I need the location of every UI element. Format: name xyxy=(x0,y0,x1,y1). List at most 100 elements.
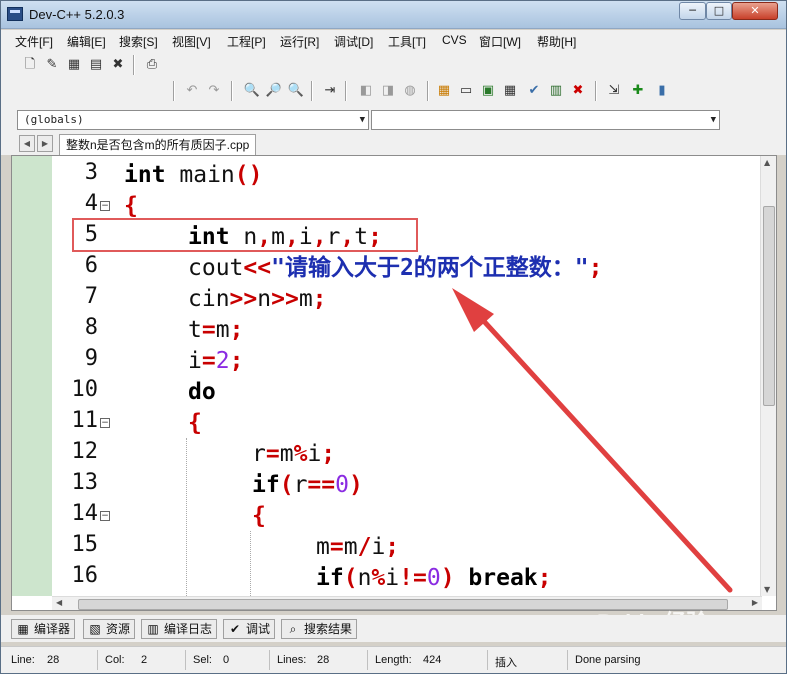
tab-debug[interactable]: ✔ 调试 xyxy=(223,619,276,639)
tab-label: 编译日志 xyxy=(164,622,213,636)
tab-search-results[interactable]: ⌕ 搜索结果 xyxy=(281,619,358,639)
rebuild-icon[interactable]: ▦ xyxy=(501,82,519,100)
undo-icon[interactable]: ↶ xyxy=(183,82,201,100)
code-line-9: i=2; xyxy=(188,346,243,376)
scroll-up-icon[interactable]: ▲ xyxy=(764,158,770,167)
tab-scroll-right-icon[interactable]: ▶ xyxy=(37,135,53,152)
devcpp-window: Dev-C++ 5.2.0.3 ─ □ ✕ 文件[F] 编辑[E] 搜索[S] … xyxy=(0,0,787,674)
replace-icon[interactable]: 🔍 xyxy=(287,82,305,100)
find-next-icon[interactable]: 🔎 xyxy=(265,82,283,100)
toolbar-area: 🗋 ✎ ▦ ▤ ✖ ⎙ ↶ ↷ 🔍 🔎 🔍 ⇥ ◧ ◨ ◍ ▦ ▭ ▣ ▦ ✔ … xyxy=(1,52,786,106)
code-token: ; xyxy=(229,317,244,343)
menu-tools[interactable]: 工具[T] xyxy=(388,33,426,50)
close-file-icon[interactable]: ✖ xyxy=(109,56,127,74)
code-token: cout xyxy=(188,255,244,281)
toolbar-separator xyxy=(133,55,135,75)
tab-resources[interactable]: ▧ 资源 xyxy=(83,619,136,639)
code-token: = xyxy=(329,534,344,560)
minimize-button[interactable]: ─ xyxy=(679,2,706,20)
tab-compile-log[interactable]: ▥ 编译日志 xyxy=(141,619,218,639)
check-syntax-icon[interactable]: ✔ xyxy=(525,82,543,100)
toolbar-separator xyxy=(427,81,429,101)
redo-icon[interactable]: ↷ xyxy=(205,82,223,100)
menu-view[interactable]: 视图[V] xyxy=(172,33,211,50)
status-lines-label: Lines: xyxy=(277,654,307,666)
arrow-shaft xyxy=(467,303,733,593)
highlight-box xyxy=(72,218,418,252)
tab-label: 调试 xyxy=(246,622,271,636)
run-icon[interactable]: ▭ xyxy=(457,82,475,100)
project-options-icon[interactable]: ▮ xyxy=(653,82,671,100)
code-token: m xyxy=(279,441,294,467)
unindent-icon[interactable]: ◨ xyxy=(379,82,397,100)
vertical-scroll-thumb[interactable] xyxy=(763,206,775,406)
code-token: { xyxy=(124,193,138,219)
class-scope-select[interactable]: (globals) ▼ xyxy=(17,110,369,130)
compile-run-icon[interactable]: ▣ xyxy=(479,82,497,100)
code-line-6: cout<<"请输入大于2的两个正整数："; xyxy=(188,253,603,283)
code-token: int xyxy=(124,162,166,188)
menu-file[interactable]: 文件[F] xyxy=(15,33,53,50)
indent-icon[interactable]: ◧ xyxy=(357,82,375,100)
line-number: 15 xyxy=(71,532,99,557)
toolbar-separator xyxy=(231,81,233,101)
print-icon[interactable]: ⎙ xyxy=(143,56,161,74)
scroll-down-icon[interactable]: ▼ xyxy=(764,585,770,594)
fold-collapse-icon[interactable]: − xyxy=(100,201,110,211)
code-token: ; xyxy=(385,534,400,560)
code-token: i xyxy=(188,348,202,374)
code-number: 0 xyxy=(335,472,349,498)
compile-icon[interactable]: ▦ xyxy=(435,82,453,100)
scroll-left-icon[interactable]: ◀ xyxy=(56,598,62,607)
new-project-icon[interactable]: ⇲ xyxy=(605,82,623,100)
menu-cvs[interactable]: CVS xyxy=(442,33,467,47)
new-file-icon[interactable]: 🗋 xyxy=(21,56,39,74)
code-token: () xyxy=(234,162,263,188)
status-line-label: Line: xyxy=(11,654,35,666)
code-token: i xyxy=(307,441,322,467)
maximize-button[interactable]: □ xyxy=(706,2,732,20)
menu-debug[interactable]: 调试[D] xyxy=(334,33,373,50)
menu-edit[interactable]: 编辑[E] xyxy=(67,33,106,50)
menu-help[interactable]: 帮助[H] xyxy=(537,33,576,50)
code-token: m xyxy=(316,534,330,560)
line-number: 9 xyxy=(84,346,98,371)
goto-line-icon[interactable]: ⇥ xyxy=(321,82,339,100)
code-line-3: int main() xyxy=(124,160,263,190)
code-token: ; xyxy=(229,348,244,374)
fold-collapse-icon[interactable]: − xyxy=(100,418,110,428)
code-line-12: r=m%i; xyxy=(252,439,335,469)
code-editor[interactable]: 3 4 5 6 7 8 9 10 11 12 13 14 15 16 − − −… xyxy=(11,155,777,611)
save-all-icon[interactable]: ▤ xyxy=(87,56,105,74)
title-bar[interactable]: Dev-C++ 5.2.0.3 ─ □ ✕ xyxy=(1,1,786,29)
bookmark-gutter[interactable] xyxy=(12,156,52,596)
profile-icon[interactable]: ▥ xyxy=(547,82,565,100)
find-icon[interactable]: 🔍 xyxy=(243,82,261,100)
save-icon[interactable]: ▦ xyxy=(65,56,83,74)
clean-icon[interactable]: ✖ xyxy=(569,82,587,100)
status-message: Done parsing xyxy=(575,654,641,666)
code-token: if xyxy=(252,472,280,498)
close-button[interactable]: ✕ xyxy=(732,2,778,20)
open-icon[interactable]: ✎ xyxy=(43,56,61,74)
scroll-right-icon[interactable]: ▶ xyxy=(752,598,758,607)
menu-run[interactable]: 运行[R] xyxy=(280,33,319,50)
tab-compiler[interactable]: ▦ 编译器 xyxy=(11,619,76,639)
code-line-15: m=m/i; xyxy=(316,532,399,562)
function-scope-select[interactable]: ▼ xyxy=(371,110,720,130)
code-token: m xyxy=(343,534,358,560)
tab-scroll-left-icon[interactable]: ◀ xyxy=(19,135,35,152)
toggle-comment-icon[interactable]: ◍ xyxy=(401,82,419,100)
menu-project[interactable]: 工程[P] xyxy=(227,33,266,50)
code-line-11: { xyxy=(188,408,202,438)
code-token: { xyxy=(188,410,202,436)
menu-search[interactable]: 搜索[S] xyxy=(119,33,158,50)
status-sel-label: Sel: xyxy=(193,654,212,666)
vertical-scrollbar[interactable]: ▲ ▼ xyxy=(760,156,776,596)
file-tab[interactable]: 整数n是否包含m的所有质因子.cpp xyxy=(59,134,257,155)
fold-collapse-icon[interactable]: − xyxy=(100,511,110,521)
code-token: cin xyxy=(188,286,230,312)
add-to-project-icon[interactable]: ✚ xyxy=(629,82,647,100)
menu-window[interactable]: 窗口[W] xyxy=(479,33,521,50)
code-token: >> xyxy=(271,286,299,312)
